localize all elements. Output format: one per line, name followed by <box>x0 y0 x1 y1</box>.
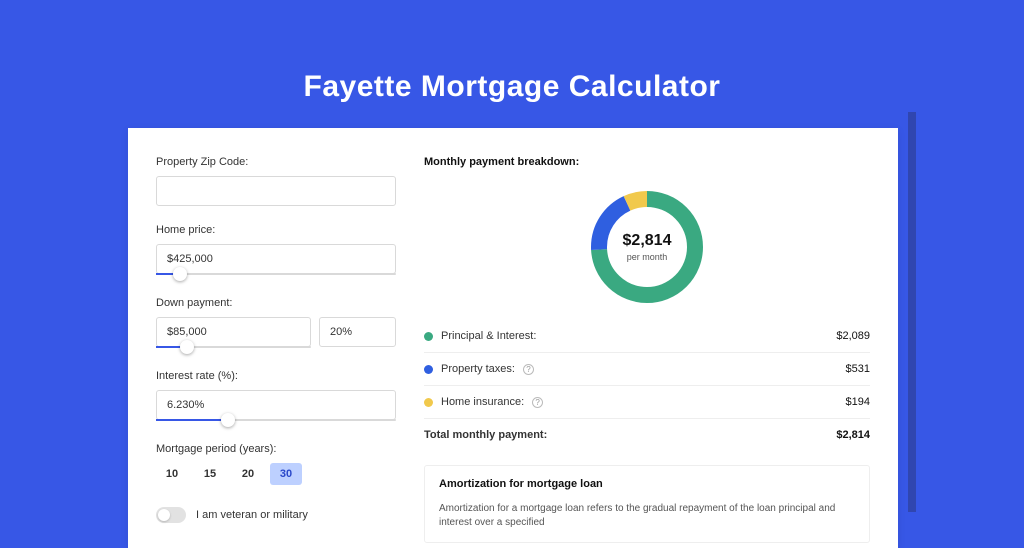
price-label: Home price: <box>156 224 396 236</box>
down-payment-slider[interactable] <box>156 346 311 348</box>
rate-input[interactable] <box>156 390 396 420</box>
accent-bar <box>908 112 916 512</box>
veteran-row: I am veteran or military <box>156 507 396 523</box>
veteran-label: I am veteran or military <box>196 509 308 521</box>
down-payment-amount-input[interactable] <box>156 317 311 347</box>
legend-row: Home insurance:? $194 <box>424 385 870 418</box>
page-title: Fayette Mortgage Calculator <box>0 70 1024 104</box>
payment-donut-chart: $2,814 per month <box>586 186 708 308</box>
legend-row: Property taxes:? $531 <box>424 352 870 385</box>
veteran-toggle[interactable] <box>156 507 186 523</box>
amortization-title: Amortization for mortgage loan <box>439 478 855 490</box>
rate-slider-fill <box>156 419 228 421</box>
price-slider-thumb[interactable] <box>173 267 187 281</box>
zip-field: Property Zip Code: <box>156 156 396 206</box>
down-payment-pct-input[interactable] <box>319 317 396 347</box>
legend-label: Principal & Interest: <box>441 330 536 342</box>
legend-label: Property taxes: <box>441 363 515 375</box>
zip-label: Property Zip Code: <box>156 156 396 168</box>
form-column: Property Zip Code: Home price: Down paym… <box>156 156 396 548</box>
legend-total-label: Total monthly payment: <box>424 429 547 441</box>
period-option-10[interactable]: 10 <box>156 463 188 485</box>
rate-label: Interest rate (%): <box>156 370 396 382</box>
rate-field: Interest rate (%): <box>156 370 396 421</box>
down-payment-slider-thumb[interactable] <box>180 340 194 354</box>
legend-total-row: Total monthly payment: $2,814 <box>424 418 870 451</box>
veteran-toggle-knob <box>158 509 170 521</box>
period-option-20[interactable]: 20 <box>232 463 264 485</box>
price-slider[interactable] <box>156 273 396 275</box>
legend-label: Home insurance: <box>441 396 524 408</box>
donut-total-value: $2,814 <box>623 232 672 250</box>
calculator-card: Property Zip Code: Home price: Down paym… <box>128 128 898 548</box>
down-payment-label: Down payment: <box>156 297 396 309</box>
donut-wrap: $2,814 per month <box>424 186 870 308</box>
legend-amount: $2,089 <box>836 330 870 342</box>
legend-amount: $531 <box>846 363 870 375</box>
rate-slider-thumb[interactable] <box>221 413 235 427</box>
help-icon[interactable]: ? <box>523 364 534 375</box>
help-icon[interactable]: ? <box>532 397 543 408</box>
breakdown-legend: Principal & Interest: $2,089 Property taxe… <box>424 320 870 451</box>
donut-center: $2,814 per month <box>586 186 708 308</box>
rate-slider[interactable] <box>156 419 396 421</box>
legend-amount: $194 <box>846 396 870 408</box>
breakdown-title: Monthly payment breakdown: <box>424 156 870 168</box>
down-payment-field: Down payment: <box>156 297 396 348</box>
legend-dot <box>424 398 433 407</box>
period-label: Mortgage period (years): <box>156 443 396 455</box>
legend-dot <box>424 365 433 374</box>
period-option-15[interactable]: 15 <box>194 463 226 485</box>
legend-total-amount: $2,814 <box>836 429 870 441</box>
period-option-30[interactable]: 30 <box>270 463 302 485</box>
donut-total-sub: per month <box>627 252 668 262</box>
legend-dot <box>424 332 433 341</box>
amortization-text: Amortization for a mortgage loan refers … <box>439 502 855 530</box>
period-field: Mortgage period (years): 10 15 20 30 <box>156 443 396 485</box>
period-options: 10 15 20 30 <box>156 463 396 485</box>
legend-row: Principal & Interest: $2,089 <box>424 320 870 352</box>
zip-input[interactable] <box>156 176 396 206</box>
price-input[interactable] <box>156 244 396 274</box>
price-field: Home price: <box>156 224 396 275</box>
breakdown-column: Monthly payment breakdown: $2,814 per mo… <box>424 156 870 548</box>
amortization-card: Amortization for mortgage loan Amortizat… <box>424 465 870 543</box>
